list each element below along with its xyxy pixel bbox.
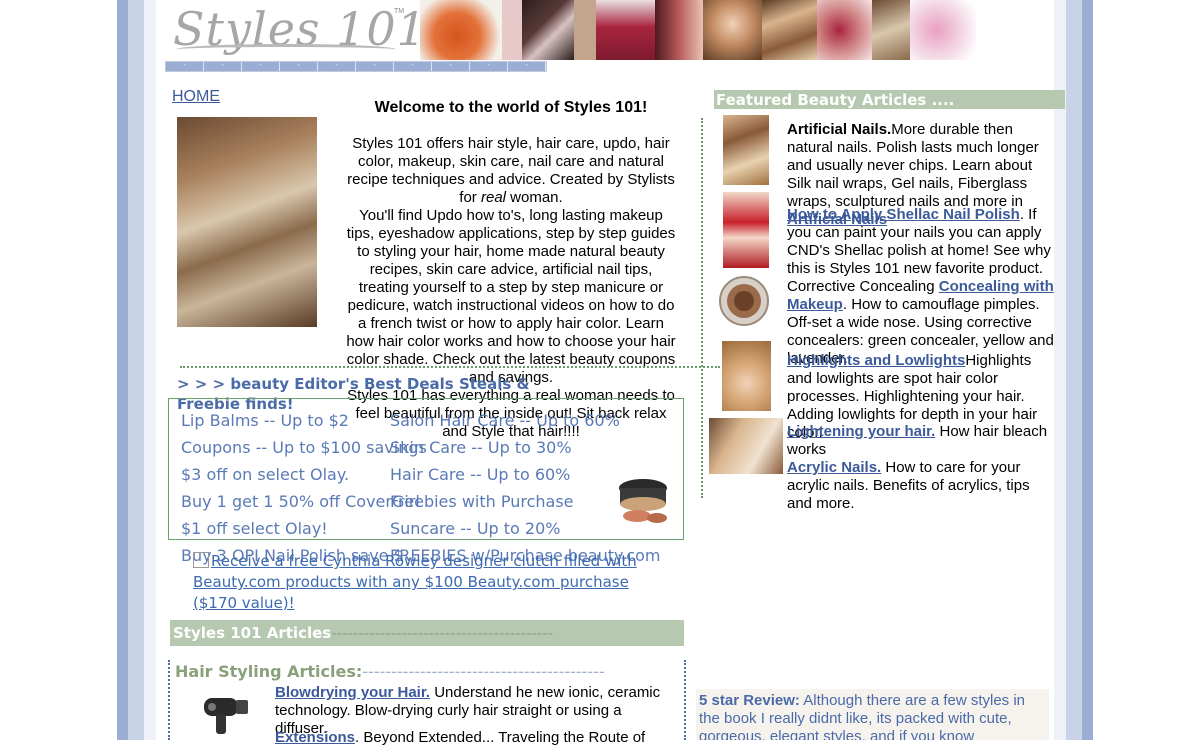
frame-inner-left xyxy=(128,0,144,740)
banner-image xyxy=(501,0,523,60)
featured-item-title: Artificial Nails. xyxy=(787,121,892,138)
featured-articles-bar: Featured Beauty Articles .... xyxy=(714,90,1065,109)
featured-item-link[interactable]: Acrylic Nails. xyxy=(787,459,881,476)
deal-link[interactable]: Suncare -- Up to 20% xyxy=(390,519,561,538)
banner-powder-image xyxy=(420,0,502,60)
nav-item[interactable]: - xyxy=(432,62,470,71)
header-banner-image xyxy=(420,0,976,60)
featured-item-link[interactable]: Highlights and Lowlights xyxy=(787,352,965,369)
deal-link[interactable]: Skin Care -- Up to 30% xyxy=(390,438,572,457)
logo-tm: TM xyxy=(394,8,405,15)
deal-link[interactable]: Salon Hair Care -- Up to 60% xyxy=(390,411,620,430)
hair-styling-dash: ----------------------------------------… xyxy=(362,662,605,681)
banner-brushes-image xyxy=(522,0,574,60)
hair-styling-heading: Hair Styling Articles:------------------… xyxy=(175,662,690,681)
nav-item[interactable]: - xyxy=(470,62,508,71)
nav-item[interactable]: - xyxy=(280,62,318,71)
curly-hair-thumbnail[interactable] xyxy=(723,115,769,185)
red-nails-thumbnail[interactable] xyxy=(723,192,769,268)
welcome-emphasis: real xyxy=(480,189,506,206)
review-box: 5 star Review: Although there are a few … xyxy=(696,689,1049,740)
article-item: Extensions. Beyond Extended... Traveling… xyxy=(275,729,670,747)
nav-item[interactable]: - xyxy=(356,62,394,71)
featured-item: Lightening your hair. How hair bleach wo… xyxy=(787,423,1055,459)
banner-pink-powder-image xyxy=(909,0,976,60)
nav-item[interactable]: - xyxy=(166,62,204,71)
promo-link-text: Receive a free Cynthia Rowley designer c… xyxy=(193,552,637,612)
hair-foil-photo xyxy=(177,117,317,327)
featured-item: Acrylic Nails. How to care for your acry… xyxy=(787,459,1055,513)
dotted-border-left xyxy=(168,660,170,740)
nav-item[interactable]: - xyxy=(394,62,432,71)
welcome-text-part: woman. xyxy=(506,189,563,206)
banner-lipstick-image xyxy=(596,0,656,60)
promo-link[interactable]: Receive a free Cynthia Rowley designer c… xyxy=(193,551,663,614)
nav-item[interactable]: - xyxy=(318,62,356,71)
deal-link[interactable]: Hair Care -- Up to 60% xyxy=(390,465,570,484)
banner-image xyxy=(871,0,910,60)
dotted-separator xyxy=(180,366,720,368)
banner-image xyxy=(573,0,597,60)
nav-item[interactable]: - xyxy=(242,62,280,71)
deal-link[interactable]: Buy 1 get 1 50% off CoverGirl xyxy=(181,492,420,511)
articles-bar-label: Styles 101 Articles xyxy=(173,624,332,642)
featured-item: How to Apply Shellac Nail Polish. If you… xyxy=(787,206,1055,278)
home-link[interactable]: HOME xyxy=(172,88,220,106)
banner-blush-image xyxy=(816,0,872,60)
page-gutter-left xyxy=(144,0,156,740)
dotted-border-featured xyxy=(701,118,703,498)
featured-item-prefix: Corrective Concealing xyxy=(787,278,939,295)
banner-hair-image xyxy=(761,0,817,60)
nav-item[interactable]: - xyxy=(204,62,242,71)
articles-section-bar: Styles 101 Articles---------------------… xyxy=(170,620,684,646)
welcome-paragraph-2: You'll find Updo how to's, long lasting … xyxy=(346,207,676,386)
top-nav-bar: - - - - - - - - - - xyxy=(165,61,547,72)
article-desc: . Beyond Extended... Traveling the Route… xyxy=(355,729,646,746)
lightening-thumbnail[interactable] xyxy=(709,418,783,474)
banner-model-image xyxy=(702,0,762,60)
highlights-thumbnail[interactable] xyxy=(722,341,771,411)
broken-image-icon xyxy=(193,552,209,568)
review-label: 5 star Review: xyxy=(699,692,800,709)
welcome-paragraph-1: Styles 101 offers hair style, hair care,… xyxy=(345,135,677,207)
welcome-title: Welcome to the world of Styles 101! xyxy=(374,99,648,116)
logo-swoosh xyxy=(176,44,396,55)
compact-mirror-thumbnail[interactable] xyxy=(718,275,770,327)
article-link[interactable]: Extensions xyxy=(275,729,355,746)
article-link[interactable]: Blowdrying your Hair. xyxy=(275,684,430,701)
deal-link[interactable]: Lip Balms -- Up to $2 xyxy=(181,411,349,430)
deal-link[interactable]: $1 off select Olay! xyxy=(181,519,328,538)
featured-item-link[interactable]: How to Apply Shellac Nail Polish xyxy=(787,206,1020,223)
articles-bar-dash: ----------------------------------------… xyxy=(331,624,554,642)
page-gutter-right xyxy=(1054,0,1066,740)
nav-item[interactable]: - xyxy=(508,62,546,71)
featured-item-link[interactable]: Lightening your hair. xyxy=(787,423,935,440)
makeup-pot-image xyxy=(619,479,667,523)
banner-image xyxy=(655,0,703,60)
deal-link[interactable]: Freebies with Purchase xyxy=(390,492,574,511)
frame-inner-right xyxy=(1066,0,1082,740)
deal-link[interactable]: $3 off on select Olay. xyxy=(181,465,349,484)
hair-dryer-icon xyxy=(204,698,248,734)
hair-styling-title: Hair Styling Articles: xyxy=(175,662,363,681)
